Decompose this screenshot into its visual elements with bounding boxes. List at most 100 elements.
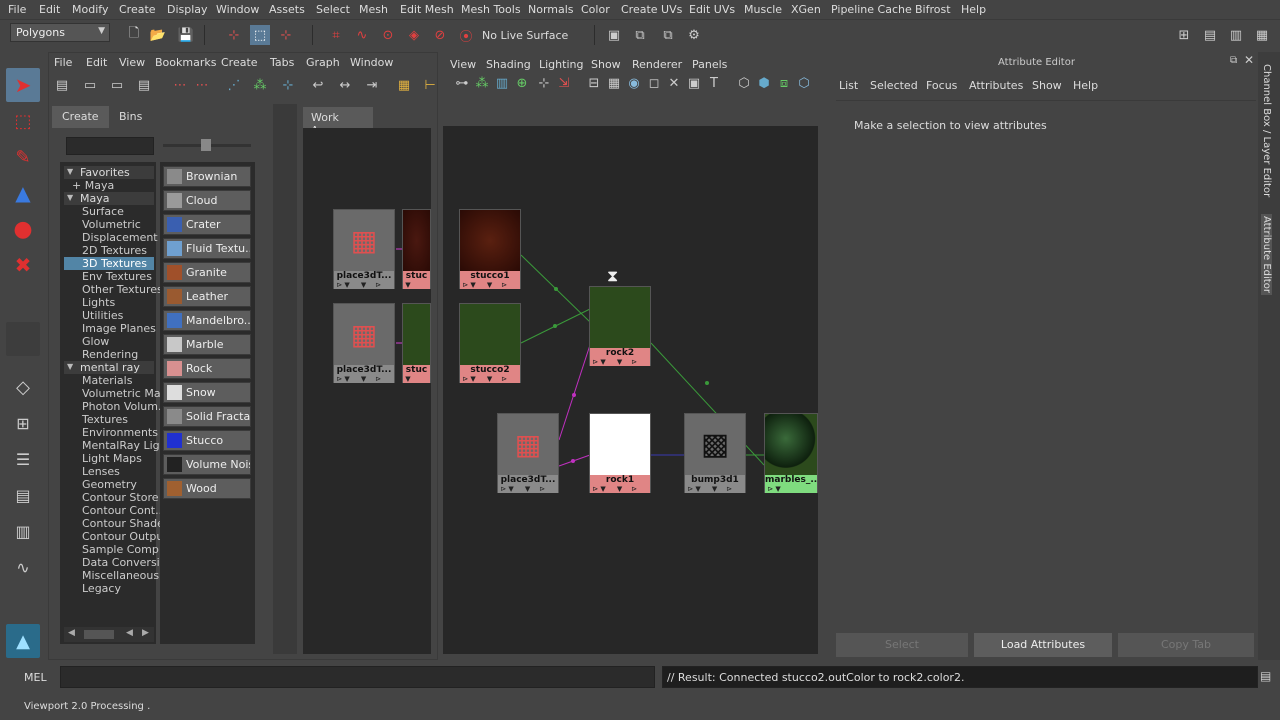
tree-item[interactable]: Photon Volum... (82, 400, 168, 413)
four-view-layout-icon[interactable]: ⊞ (6, 406, 40, 440)
menu-create[interactable]: Create (119, 3, 156, 16)
hs-graph-io-icon[interactable]: ⋰ (224, 75, 244, 95)
hs-menu-window[interactable]: Window (350, 56, 393, 69)
hs-menu-edit[interactable]: Edit (86, 56, 107, 69)
rotate-tool-icon[interactable]: ● (6, 212, 40, 246)
tree-item[interactable]: Contour Shade (82, 517, 164, 530)
graph-node-stucco-partial-2[interactable]: stuc ▼ (402, 303, 431, 383)
tree-item[interactable]: Env Textures (82, 270, 154, 283)
tree-item[interactable]: Contour Cont... (82, 504, 166, 517)
view-film-gate-icon[interactable]: ⊕ (512, 73, 532, 93)
menu-help[interactable]: Help (961, 3, 986, 16)
tree-item[interactable]: Displacement (82, 231, 158, 244)
scroll-right-icon[interactable]: ▶ (142, 628, 149, 638)
menu-edit[interactable]: Edit (39, 3, 60, 16)
graph-node-place3dtexture-1[interactable]: ▦ place3dT... ⊳ ▼ ▼ ⊳ (333, 209, 395, 289)
menu-create-uvs[interactable]: Create UVs (621, 3, 682, 16)
tree-item[interactable]: + Maya (72, 179, 144, 192)
snap-curve-icon[interactable]: ∿ (352, 25, 372, 45)
chevron-down-icon[interactable]: ▼ (67, 193, 73, 202)
mel-command-input[interactable] (60, 666, 655, 688)
tree-item[interactable]: mental ray (64, 361, 154, 374)
menu-mesh-tools[interactable]: Mesh Tools (461, 3, 521, 16)
lasso-tool-icon[interactable]: ⬚ (6, 104, 40, 138)
tool-settings-toggle-icon[interactable]: ▥ (1226, 25, 1246, 45)
tree-item[interactable]: Legacy (82, 582, 154, 595)
view-menu-show[interactable]: Show (591, 58, 621, 71)
tab-work-area[interactable]: Work Area (303, 107, 373, 137)
tree-item[interactable]: Maya (64, 192, 154, 205)
tab-create[interactable]: Create (52, 106, 109, 128)
hs-toggle-panel-icon[interactable]: ▤ (52, 75, 72, 95)
view-isolate-icon[interactable]: ⬡ (734, 73, 754, 93)
hs-clear-graph-icon[interactable]: ⊹ (278, 75, 298, 95)
view-resolution-icon[interactable]: ⊹ (534, 73, 554, 93)
tree-item[interactable]: Miscellaneous (82, 569, 159, 582)
tree-item[interactable]: Sample Comp... (82, 543, 169, 556)
menu-normals[interactable]: Normals (528, 3, 574, 16)
select-object-icon[interactable]: ⬚ (250, 25, 270, 45)
graph-node-rock2[interactable]: rock2 ⊳ ▼ ▼ ⊳ (589, 286, 651, 366)
tree-item[interactable]: Utilities (82, 309, 154, 322)
tab-bins[interactable]: Bins (109, 106, 152, 128)
render-settings-icon[interactable]: ⚙ (684, 25, 704, 45)
graph-node-rock1[interactable]: rock1 ⊳ ▼ ▼ ⊳ (589, 413, 651, 493)
view-grid-icon[interactable]: ▥ (492, 73, 512, 93)
float-panel-icon[interactable]: ⧉ (1230, 55, 1237, 66)
menu-modify[interactable]: Modify (72, 3, 108, 16)
ae-menu-selected[interactable]: Selected (870, 79, 918, 92)
tree-item[interactable]: Contour Outpu (82, 530, 163, 543)
view-xray-comp-icon[interactable]: ⬡ (794, 73, 814, 93)
render-frame-icon[interactable]: ⧉ (630, 25, 650, 45)
create-node-button[interactable]: Marble (163, 334, 251, 355)
graph-node-stucco2[interactable]: stucco2 ⊳ ▼ ▼ ⊳ (459, 303, 521, 383)
scroll-thumb[interactable] (84, 630, 114, 639)
scroll-left-icon[interactable]: ◀ (68, 628, 75, 638)
menu-mesh[interactable]: Mesh (359, 3, 388, 16)
tree-item[interactable]: Lenses (82, 465, 154, 478)
view-menu-lighting[interactable]: Lighting (539, 58, 583, 71)
view-menu-shading[interactable]: Shading (486, 58, 531, 71)
tree-item[interactable]: Other Textures (82, 283, 163, 296)
select-tool-icon[interactable]: ➤ (6, 68, 40, 102)
menu-edit-uvs[interactable]: Edit UVs (689, 3, 735, 16)
outliner-layout-icon[interactable]: ☰ (6, 442, 40, 476)
view-aa-icon[interactable]: T (704, 73, 724, 93)
ae-menu-attributes[interactable]: Attributes (969, 79, 1023, 92)
menu-file[interactable]: File (8, 3, 26, 16)
graph-node-marbles[interactable]: marbles_... ⊳ ▼ (764, 413, 818, 493)
create-node-button[interactable]: Volume Noise (163, 454, 251, 475)
modeling-toolkit-icon[interactable]: ⊞ (1174, 25, 1194, 45)
menu-display[interactable]: Display (167, 3, 208, 16)
last-tool-slot[interactable] (6, 322, 40, 356)
tree-item[interactable]: Rendering (82, 348, 154, 361)
graph-node-bump3d1[interactable]: ▩ bump3d1 ⊳ ▼ ▼ ⊳ (684, 413, 746, 493)
tree-item[interactable]: Volumetric Ma... (82, 387, 171, 400)
menu-pipeline-cache[interactable]: Pipeline Cache (831, 3, 912, 16)
mel-label[interactable]: MEL (24, 671, 47, 684)
menu-assets[interactable]: Assets (269, 3, 305, 16)
graph-node-stucco-partial-1[interactable]: stuc ▼ (402, 209, 431, 289)
chevron-down-icon[interactable]: ▼ (67, 167, 73, 176)
tree-item[interactable]: MentalRay Lig... (82, 439, 170, 452)
hs-bottom-tabs-icon[interactable]: ▭ (107, 75, 127, 95)
attribute-editor-toggle-icon[interactable]: ▤ (1200, 25, 1220, 45)
menu-xgen[interactable]: XGen (791, 3, 821, 16)
scale-tool-icon[interactable]: ✖ (6, 248, 40, 282)
create-node-button[interactable]: Leather (163, 286, 251, 307)
view-menu-view[interactable]: View (450, 58, 476, 71)
create-node-button[interactable]: Solid Fractal (163, 406, 251, 427)
create-filter-input[interactable] (66, 137, 154, 155)
view-lights-icon[interactable]: ◻ (644, 73, 664, 93)
render-view-icon[interactable]: ▣ (604, 25, 624, 45)
snap-grid-icon[interactable]: ⌗ (326, 25, 346, 45)
paint-select-tool-icon[interactable]: ✎ (6, 140, 40, 174)
menu-bifrost[interactable]: Bifrost (915, 3, 951, 16)
view-xray-joints-icon[interactable]: ⬢ (754, 73, 774, 93)
ae-copy-tab-button[interactable]: Copy Tab (1118, 633, 1254, 657)
view-camera-icon[interactable]: ⊶ (452, 73, 472, 93)
make-live-icon[interactable]: ⦿ (456, 25, 476, 45)
hs-prev-icon[interactable]: ↩ (308, 75, 328, 95)
view-wireframe-icon[interactable]: ⊟ (584, 73, 604, 93)
graph-node-stucco1[interactable]: stucco1 ⊳ ▼ ▼ ⊳ (459, 209, 521, 289)
